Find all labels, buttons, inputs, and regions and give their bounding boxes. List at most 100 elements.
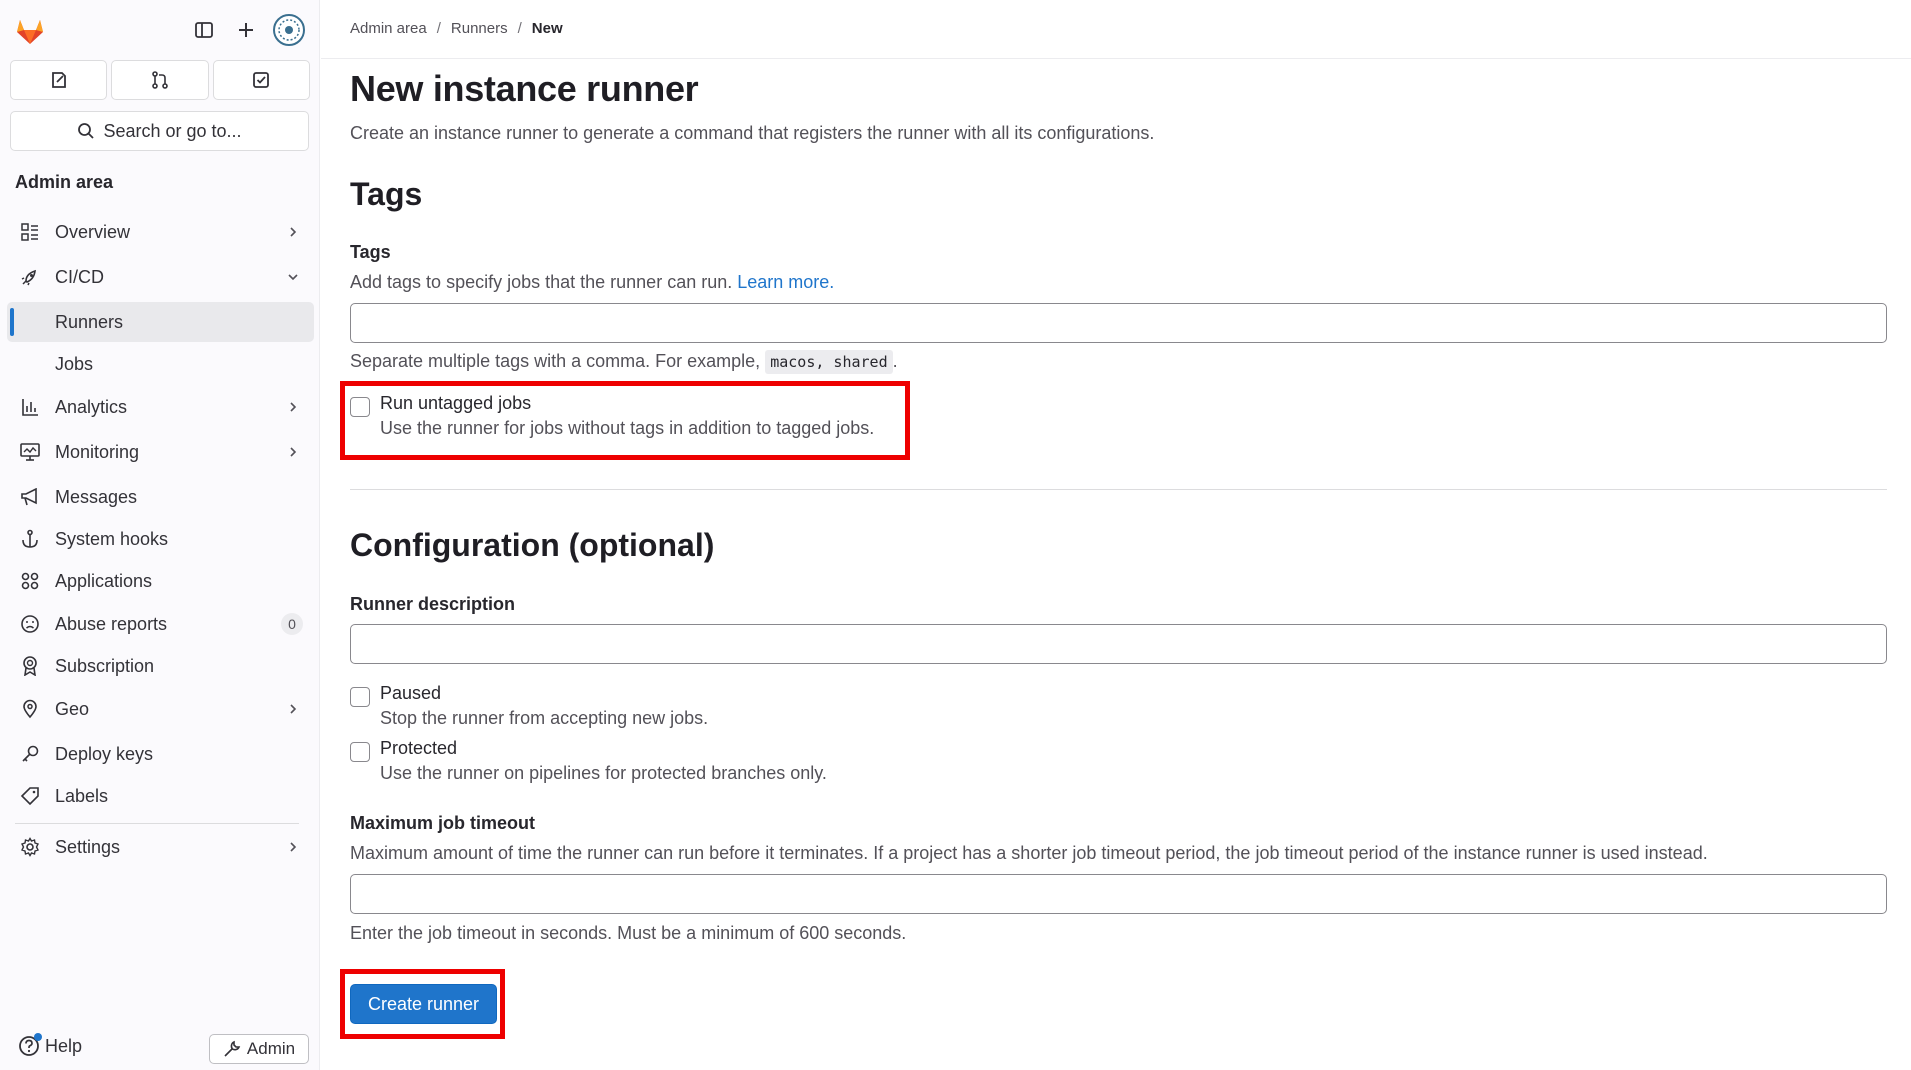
breadcrumb: Admin area / Runners / New	[350, 20, 563, 37]
sidebar-item-cicd[interactable]: CI/CD	[7, 257, 314, 297]
tags-hint-suffix: .	[892, 351, 898, 371]
section-divider	[350, 489, 1887, 490]
chart-icon	[20, 397, 40, 417]
admin-label: Admin	[246, 1039, 296, 1058]
issues-icon[interactable]	[10, 60, 108, 100]
sidebar-item-monitoring[interactable]: Monitoring	[7, 432, 314, 472]
chevron-right-icon	[284, 398, 302, 416]
monitor-icon	[20, 442, 40, 462]
breadcrumb-item-new[interactable]: New	[532, 20, 563, 37]
toggle-sidebar-icon[interactable]	[186, 12, 222, 48]
label-icon	[20, 786, 40, 806]
rocket-icon	[20, 267, 40, 287]
tags-hint: Separate multiple tags with a comma. For…	[350, 350, 898, 374]
sidebar-item-label: Overview	[55, 221, 131, 242]
paused-label[interactable]: Paused	[380, 683, 441, 704]
todos-icon[interactable]	[212, 60, 310, 100]
sidebar-item-labels[interactable]: Labels	[7, 776, 314, 816]
sidebar-item-analytics[interactable]: Analytics	[7, 387, 314, 427]
sidebar-item-overview[interactable]: Overview	[7, 212, 314, 252]
sidebar-item-label: Settings	[55, 836, 121, 857]
user-avatar[interactable]	[270, 11, 308, 49]
sidebar: Search or go to... Admin area Overview C…	[0, 0, 320, 1070]
sidebar-item-jobs[interactable]: Jobs	[7, 344, 314, 384]
overview-icon	[20, 222, 40, 242]
protected-label[interactable]: Protected	[380, 738, 457, 759]
protected-checkbox[interactable]	[350, 742, 370, 762]
breadcrumb-separator: /	[436, 20, 441, 37]
sidebar-item-label: Abuse reports	[55, 613, 168, 634]
sidebar-item-geo[interactable]: Geo	[7, 689, 314, 729]
sidebar-item-applications[interactable]: Applications	[7, 561, 314, 601]
help-label: Help	[45, 1035, 83, 1056]
search-icon	[78, 123, 95, 139]
sidebar-item-label: Jobs	[55, 353, 94, 374]
sidebar-item-label: System hooks	[55, 528, 169, 549]
sidebar-item-messages[interactable]: Messages	[7, 477, 314, 517]
chevron-right-icon	[284, 838, 302, 856]
highlight-box-run-untagged	[340, 381, 910, 460]
tags-input[interactable]	[350, 303, 1887, 343]
megaphone-icon	[20, 487, 40, 507]
runner-description-label: Runner description	[350, 594, 516, 614]
search-label: Search or go to...	[103, 120, 242, 141]
create-new-plus-icon[interactable]	[228, 12, 264, 48]
gear-icon	[20, 837, 40, 857]
sidebar-item-deploy-keys[interactable]: Deploy keys	[7, 734, 314, 774]
merge-requests-icon[interactable]	[111, 60, 209, 100]
runner-description-input[interactable]	[350, 624, 1887, 664]
location-icon	[20, 699, 40, 719]
sidebar-item-subscription[interactable]: Subscription	[7, 646, 314, 686]
sad-face-icon	[20, 614, 40, 634]
paused-checkbox[interactable]	[350, 687, 370, 707]
tags-heading: Tags	[350, 176, 423, 212]
admin-wrench-icon	[224, 1040, 241, 1057]
max-timeout-input[interactable]	[350, 874, 1887, 914]
top-bar: Admin area / Runners / New	[321, 0, 1911, 59]
paused-help: Stop the runner from accepting new jobs.	[380, 708, 709, 728]
sidebar-item-abuse-reports[interactable]: Abuse reports 0	[7, 604, 314, 644]
breadcrumb-item-runners[interactable]: Runners	[451, 20, 508, 37]
breadcrumb-separator: /	[517, 20, 522, 37]
chevron-right-icon	[284, 700, 302, 718]
chevron-right-icon	[284, 223, 302, 241]
sidebar-item-label: Monitoring	[55, 441, 140, 462]
highlight-box-create-runner	[340, 969, 505, 1039]
tags-help-text: Add tags to specify jobs that the runner…	[350, 272, 834, 293]
quick-actions	[10, 60, 310, 100]
help-icon	[18, 1033, 42, 1057]
protected-help: Use the runner on pipelines for protecte…	[380, 763, 827, 783]
sidebar-divider	[15, 823, 299, 824]
max-timeout-label: Maximum job timeout	[350, 813, 536, 833]
sidebar-item-label: Messages	[55, 486, 138, 507]
sidebar-item-settings[interactable]: Settings	[7, 827, 314, 867]
sidebar-item-label: Deploy keys	[55, 743, 154, 764]
sidebar-item-label: Subscription	[55, 655, 155, 676]
sidebar-item-system-hooks[interactable]: System hooks	[7, 519, 314, 559]
admin-button[interactable]: Admin	[209, 1034, 309, 1064]
page-description: Create an instance runner to generate a …	[350, 123, 1155, 143]
gitlab-logo-icon[interactable]	[12, 12, 48, 48]
tags-help-prefix: Add tags to specify jobs that the runner…	[350, 272, 733, 292]
sidebar-item-label: Geo	[55, 698, 90, 719]
sidebar-header	[0, 0, 320, 60]
search-button[interactable]: Search or go to...	[10, 111, 309, 151]
sidebar-item-label: Analytics	[55, 396, 128, 417]
learn-more-link[interactable]: Learn more.	[737, 272, 834, 292]
configuration-heading: Configuration (optional)	[350, 527, 715, 563]
breadcrumb-item-admin-area[interactable]: Admin area	[350, 20, 427, 37]
sidebar-item-label: Runners	[55, 311, 124, 332]
apps-icon	[20, 571, 40, 591]
help-button[interactable]: Help	[18, 1033, 83, 1057]
tags-hint-example: macos, shared	[765, 350, 893, 374]
award-icon	[20, 656, 40, 676]
sidebar-item-runners[interactable]: Runners	[7, 302, 314, 342]
sidebar-item-label: Applications	[55, 570, 153, 591]
sidebar-item-label: CI/CD	[55, 266, 104, 287]
count-badge: 0	[281, 613, 303, 635]
sidebar-section-title: Admin area	[15, 172, 114, 192]
max-timeout-help: Maximum amount of time the runner can ru…	[350, 843, 1708, 863]
chevron-right-icon	[284, 443, 302, 461]
sidebar-item-label: Labels	[55, 785, 109, 806]
notification-dot	[34, 1033, 42, 1041]
